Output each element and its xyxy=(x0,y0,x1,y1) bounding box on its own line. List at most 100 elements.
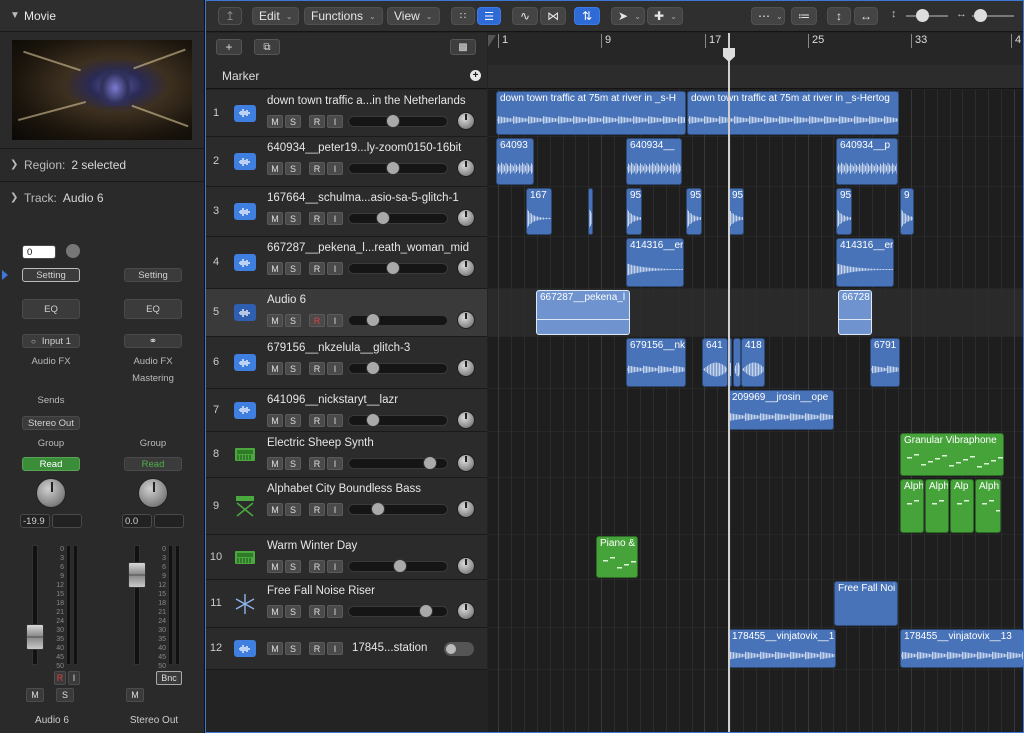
solo-button[interactable]: S xyxy=(285,314,301,327)
group-label[interactable]: Group xyxy=(124,438,182,449)
chevron-down-icon[interactable]: ▼ xyxy=(10,10,24,21)
mute-button[interactable]: M xyxy=(267,560,283,573)
audio-region[interactable]: 9 xyxy=(900,188,914,235)
audio-region[interactable]: 667287__pekena_l xyxy=(536,290,630,335)
midi-region[interactable]: Alph xyxy=(900,479,924,533)
pan-knob[interactable] xyxy=(457,311,475,329)
track-name[interactable]: down town traffic a...in the Netherlands xyxy=(267,95,482,107)
mute-button[interactable]: M xyxy=(267,642,283,655)
vertical-zoom-thumb[interactable] xyxy=(916,9,929,22)
mute-button[interactable]: M xyxy=(267,262,283,275)
volume-fader-handle[interactable] xyxy=(26,624,44,650)
volume-slider-thumb[interactable] xyxy=(419,604,433,618)
mute-button[interactable]: M xyxy=(267,503,283,516)
pan-knob[interactable] xyxy=(457,359,475,377)
input-monitor-button[interactable]: I xyxy=(327,314,343,327)
mute-button[interactable]: M xyxy=(267,457,283,470)
pan-knob[interactable] xyxy=(457,209,475,227)
volume-slider-thumb[interactable] xyxy=(366,413,380,427)
audio-region[interactable]: 66728 xyxy=(838,290,872,335)
arrange-area[interactable]: down town traffic at 75m at river in _s-… xyxy=(488,90,1024,733)
track-header-5[interactable]: 5 Audio 6 MSRI xyxy=(206,289,487,337)
automation-read-button[interactable]: Read xyxy=(124,457,182,471)
pan-knob[interactable] xyxy=(457,602,475,620)
track-name[interactable]: Electric Sheep Synth xyxy=(267,437,482,449)
playhead[interactable] xyxy=(728,33,730,733)
track-header-10[interactable]: 10 Warm Winter Day M S R I xyxy=(206,535,487,580)
audio-region[interactable]: down town traffic at 75m at river in _s-… xyxy=(687,91,899,135)
volume-slider[interactable] xyxy=(348,504,448,515)
horizontal-zoom-thumb[interactable] xyxy=(974,9,987,22)
record-button[interactable]: R xyxy=(309,605,325,618)
output-button[interactable]: Stereo Out xyxy=(22,416,80,430)
pan-knob[interactable] xyxy=(457,259,475,277)
input-monitor-button[interactable]: I xyxy=(68,671,80,685)
mastering-label[interactable]: Mastering xyxy=(124,373,182,384)
input-monitor-button[interactable]: I xyxy=(327,162,343,175)
audio-region[interactable]: 167 xyxy=(526,188,552,235)
back-arrow-icon[interactable]: ↥ xyxy=(218,7,242,25)
edit-menu[interactable]: Edit ⌄ xyxy=(252,7,300,25)
audio-region[interactable]: 95 xyxy=(728,188,744,235)
pan-knob[interactable] xyxy=(457,557,475,575)
pan-knob[interactable] xyxy=(457,159,475,177)
solo-button[interactable]: S xyxy=(285,115,301,128)
volume-slider[interactable] xyxy=(348,315,448,326)
solo-button[interactable]: S xyxy=(285,162,301,175)
track-on-toggle[interactable] xyxy=(444,642,474,656)
volume-slider-thumb[interactable] xyxy=(393,559,407,573)
volume-slider[interactable] xyxy=(348,606,448,617)
pan-knob[interactable] xyxy=(457,411,475,429)
audio-region[interactable] xyxy=(733,338,741,387)
track-name[interactable]: 667287__pekena_l...reath_woman_mid xyxy=(267,242,482,254)
track-name[interactable]: Free Fall Noise Riser xyxy=(267,585,482,597)
solo-button[interactable]: S xyxy=(285,642,301,655)
mute-button[interactable]: M xyxy=(267,314,283,327)
audio-fx-label[interactable]: Audio FX xyxy=(22,356,80,367)
mute-button[interactable]: M xyxy=(267,162,283,175)
pan-knob[interactable] xyxy=(457,454,475,472)
automation-read-button[interactable]: Read xyxy=(22,457,80,471)
mute-button[interactable]: M xyxy=(267,605,283,618)
midi-region[interactable]: Granular Vibraphone xyxy=(900,433,1004,476)
solo-button[interactable]: S xyxy=(285,560,301,573)
pan-knob[interactable] xyxy=(457,500,475,518)
input-monitor-button[interactable]: I xyxy=(327,212,343,225)
track-header-1[interactable]: 1 down town traffic a...in the Netherland… xyxy=(206,90,487,137)
volume-fader-handle[interactable] xyxy=(128,562,146,588)
audio-region[interactable]: 6791 xyxy=(870,338,900,387)
track-name[interactable]: Alphabet City Boundless Bass xyxy=(267,483,482,495)
input-monitor-button[interactable]: I xyxy=(327,605,343,618)
input-monitor-button[interactable]: I xyxy=(327,262,343,275)
chevron-right-icon[interactable]: ❯ xyxy=(10,192,24,203)
audio-fx-label[interactable]: Audio FX xyxy=(124,356,182,367)
grid-view-icon[interactable]: ∷ xyxy=(451,7,475,25)
track-header-6[interactable]: 6 679156__nkzelula__glitch-3 M S R I xyxy=(206,337,487,389)
audio-region[interactable]: 679156__nk xyxy=(626,338,686,387)
list-view-icon[interactable]: ☰ xyxy=(477,7,501,25)
volume-slider[interactable] xyxy=(348,213,448,224)
more-options-icon[interactable]: ⋯ ⌄ xyxy=(751,7,785,25)
solo-button[interactable]: S xyxy=(285,457,301,470)
audio-region[interactable]: 95 xyxy=(686,188,702,235)
mute-button[interactable]: M xyxy=(267,212,283,225)
input-monitor-button[interactable]: I xyxy=(327,560,343,573)
record-button[interactable]: R xyxy=(309,503,325,516)
input-monitor-button[interactable]: I xyxy=(327,457,343,470)
pan-knob[interactable] xyxy=(457,112,475,130)
volume-slider-thumb[interactable] xyxy=(386,161,400,175)
track-area-catch-icon[interactable]: ▩ xyxy=(450,39,476,55)
add-marker-icon[interactable]: + xyxy=(470,70,481,81)
mute-button[interactable]: M xyxy=(267,414,283,427)
mute-button[interactable]: M xyxy=(267,115,283,128)
input-monitor-button[interactable]: I xyxy=(327,362,343,375)
add-track-icon[interactable]: + xyxy=(216,39,242,55)
volume-slider-thumb[interactable] xyxy=(376,211,390,225)
record-button[interactable]: R xyxy=(309,642,325,655)
track-header-7[interactable]: 7 641096__nickstaryt__lazr M S R I xyxy=(206,389,487,432)
track-name[interactable]: 167664__schulma...asio-sa-5-glitch-1 xyxy=(267,192,482,204)
volume-slider-thumb[interactable] xyxy=(371,502,385,516)
audio-region[interactable]: 64093 xyxy=(496,138,534,185)
volume-slider-thumb[interactable] xyxy=(386,261,400,275)
midi-region[interactable]: Alph xyxy=(975,479,1001,533)
